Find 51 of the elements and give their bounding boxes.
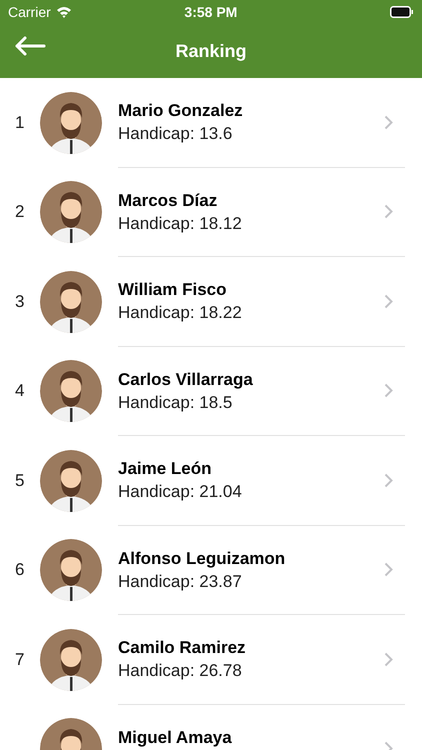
player-row[interactable]: 6 Alfonso Leguizamon Handicap: 23.87 — [0, 526, 422, 615]
handicap-label: Handicap: 13.6 — [118, 123, 234, 145]
player-row[interactable]: 2 Marcos Díaz Handicap: 18.12 — [0, 168, 422, 257]
handicap-label: Handicap: 23.87 — [118, 570, 243, 592]
rank-number: 1 — [15, 112, 24, 132]
avatar-icon — [40, 270, 102, 333]
chevron-icon — [384, 294, 393, 309]
player-row[interactable]: 7 Camilo Ramirez Handicap: 26.78 — [0, 615, 422, 704]
player-name: Miguel Amaya — [118, 726, 233, 748]
avatar-icon — [40, 181, 102, 244]
rank-number: 7 — [15, 650, 24, 669]
avatar-icon — [40, 92, 102, 154]
wifi-icon — [56, 6, 72, 18]
player-name: William Fisco — [118, 279, 228, 301]
avatar-icon — [40, 450, 102, 512]
handicap-label: Handicap: 26.78 — [118, 660, 243, 682]
screen-title: Ranking — [175, 40, 246, 63]
handicap-label: Handicap: 18.12 — [118, 212, 243, 234]
carrier-label: Carrier — [8, 2, 51, 22]
player-name: Marcos Díaz — [118, 190, 218, 212]
rank-number: 6 — [15, 560, 24, 580]
player-row[interactable]: 3 William Fisco Handicap: 18.22 — [0, 257, 422, 346]
chevron-icon — [384, 204, 393, 220]
handicap-label: Handicap: 18.5 — [118, 392, 234, 414]
rank-number: 5 — [15, 470, 24, 490]
rank-number: 3 — [15, 292, 24, 311]
player-row[interactable]: 1 Mario Gonzalez Handicap: 13.6 — [0, 78, 422, 168]
player-name: Alfonso Leguizamon — [118, 548, 286, 570]
battery-icon — [390, 6, 414, 18]
chevron-icon — [384, 114, 393, 130]
player-row[interactable]: 5 Jaime León Handicap: 21.04 — [0, 436, 422, 526]
rank-number: 4 — [15, 381, 24, 400]
avatar-icon — [40, 360, 102, 422]
back-arrow-icon — [14, 36, 46, 56]
chevron-icon — [384, 472, 393, 488]
handicap-label: Handicap: 21.04 — [118, 481, 243, 503]
player-name: Mario Gonzalez — [118, 100, 244, 122]
clock: 3:58 PM — [183, 2, 238, 22]
player-row[interactable]: Miguel Amaya — [0, 704, 422, 750]
rank-number: 2 — [15, 202, 24, 222]
chevron-icon — [384, 652, 393, 667]
avatar-icon — [40, 628, 102, 691]
player-row[interactable]: 4 Carlos Villarraga Handicap: 18.5 — [0, 346, 422, 436]
chevron-icon — [384, 562, 393, 578]
avatar-icon — [40, 539, 102, 602]
player-name: Jaime León — [118, 458, 213, 480]
chevron-icon — [384, 383, 393, 398]
player-name: Camilo Ramirez — [118, 637, 247, 659]
handicap-label: Handicap: 18.22 — [118, 302, 243, 324]
back-button[interactable] — [14, 36, 46, 56]
player-name: Carlos Villarraga — [118, 368, 254, 390]
